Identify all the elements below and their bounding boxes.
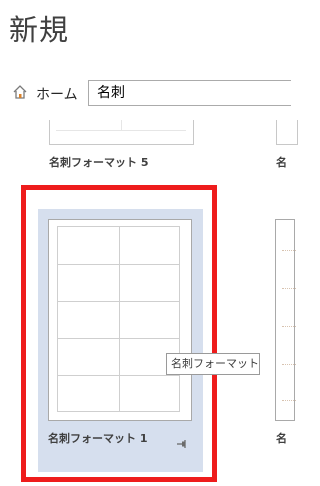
template-name-top-left[interactable]: 名刺フォーマット 5 <box>49 156 148 170</box>
template-search-input[interactable]: 名刺 <box>88 80 291 106</box>
template-thumbnail-top-right[interactable] <box>276 120 298 145</box>
template-thumbnail-right[interactable] <box>275 219 296 421</box>
template-name-right[interactable]: 名 <box>276 432 287 446</box>
home-icon[interactable] <box>12 84 28 100</box>
highlight-box <box>21 185 217 482</box>
template-name-top-right[interactable]: 名 <box>276 156 287 170</box>
home-link[interactable]: ホーム <box>36 85 78 105</box>
page-title: 新規 <box>9 13 70 47</box>
template-thumbnail-top-left[interactable] <box>49 120 194 145</box>
template-tooltip: 名刺フォーマット 1 <box>166 353 260 375</box>
